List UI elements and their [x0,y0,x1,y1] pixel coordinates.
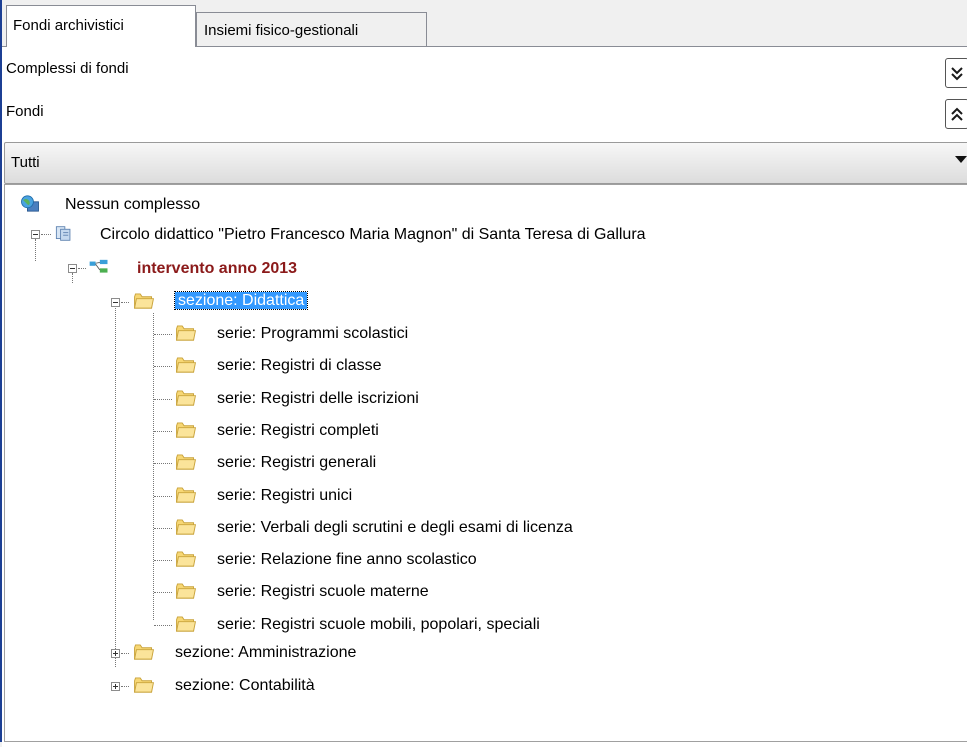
folder-icon [175,519,197,535]
tree-node-sezione-didattica[interactable]: sezione: Didattica [173,291,309,311]
dropdown-arrow-icon [955,156,967,163]
tab-fondi-archivistici[interactable]: Fondi archivistici [6,5,196,47]
tree-node-serie[interactable]: serie: Verbali degli scrutini e degli es… [217,518,573,538]
fondi-label: Fondi [6,103,44,120]
folder-icon [175,583,197,599]
folder-icon [175,551,197,567]
folder-icon [133,293,155,309]
fondi-filter-dropdown[interactable]: Tutti [4,142,967,184]
double-chevron-up-icon [951,107,963,121]
folder-icon [175,390,197,406]
folder-icon [175,357,197,373]
complessi-label: Complessi di fondi [6,60,129,77]
globe-icon [21,195,39,212]
double-chevron-down-icon [951,67,963,81]
tree-node-serie[interactable]: serie: Registri di classe [217,356,382,376]
folder-icon [175,487,197,503]
fondo-icon [55,226,71,241]
expand-toggle-amministrazione[interactable] [111,649,120,658]
collapse-up-button[interactable] [945,99,967,129]
collapse-toggle-didattica[interactable] [111,298,120,307]
expand-down-button[interactable] [945,58,967,88]
tree-node-serie[interactable]: serie: Relazione fine anno scolastico [217,550,477,570]
tree-node-serie[interactable]: serie: Registri unici [217,486,352,506]
expand-toggle-contabilita[interactable] [111,682,120,691]
tree-node-sezione-contabilita[interactable]: sezione: Contabilità [175,676,315,696]
archive-tree: Nessun complesso Circolo didattico "Piet… [4,184,967,742]
tree-node-fondo[interactable]: Circolo didattico "Pietro Francesco Mari… [100,225,646,245]
folder-icon [175,325,197,341]
tree-node-nessun-complesso[interactable]: Nessun complesso [65,195,200,215]
dropdown-value: Tutti [11,154,40,171]
tree-node-serie[interactable]: serie: Registri generali [217,453,376,473]
selected-node-label: sezione: Didattica [173,291,309,310]
folder-icon [133,677,155,693]
collapse-toggle-fondo[interactable] [31,230,40,239]
tree-node-serie[interactable]: serie: Programmi scolastici [217,324,408,344]
tree-node-serie[interactable]: serie: Registri scuole materne [217,582,429,602]
folder-icon [175,616,197,632]
tree-node-intervento[interactable]: intervento anno 2013 [137,259,297,279]
tree-node-sezione-amministrazione[interactable]: sezione: Amministrazione [175,643,356,663]
folder-icon [175,422,197,438]
tab-bar: Fondi archivistici Insiemi fisico-gestio… [2,0,967,47]
intervento-icon [89,259,108,273]
tree-node-serie[interactable]: serie: Registri completi [217,421,379,441]
tree-node-serie[interactable]: serie: Registri delle iscrizioni [217,389,419,409]
collapse-toggle-intervento[interactable] [68,264,77,273]
folder-icon [175,454,197,470]
tree-node-serie[interactable]: serie: Registri scuole mobili, popolari,… [217,615,540,635]
folder-icon [133,644,155,660]
tab-insiemi-fisico-gestionali[interactable]: Insiemi fisico-gestionali [196,12,427,46]
